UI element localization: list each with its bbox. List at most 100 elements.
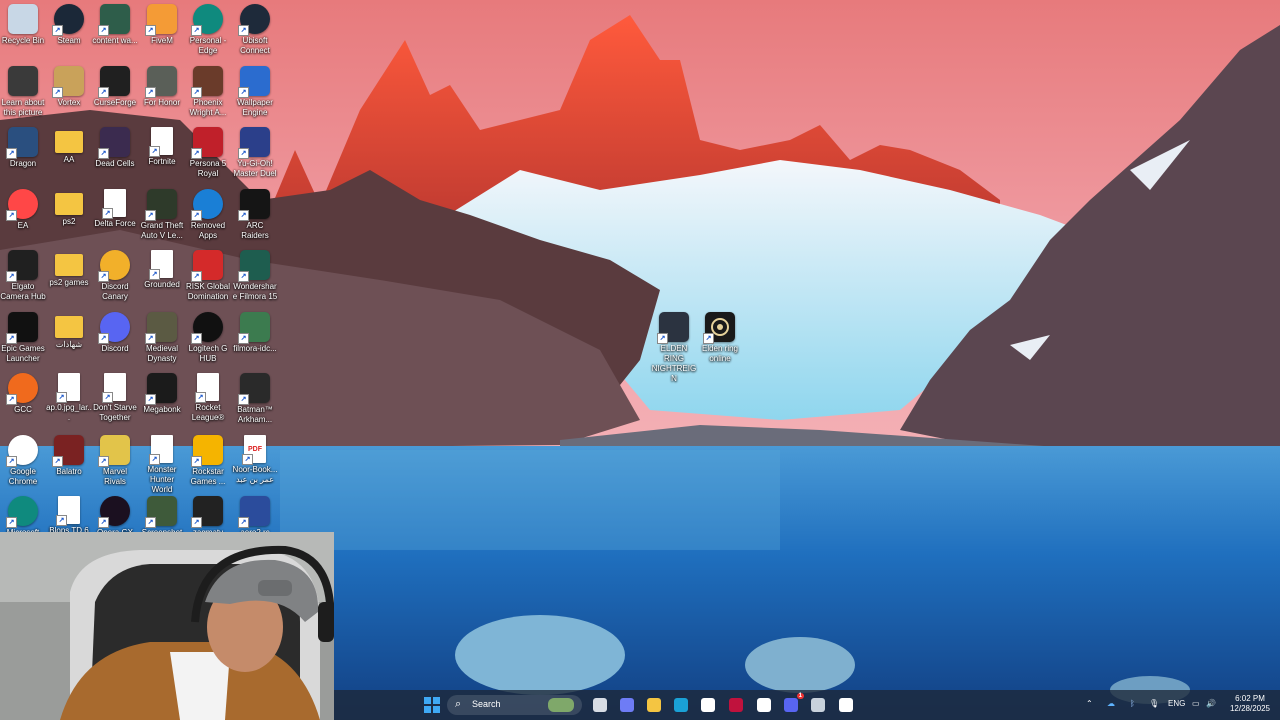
desktop-icon-folder[interactable]: AA xyxy=(46,125,92,185)
desktop-icon-logitech[interactable]: ↗ Logitech G HUB xyxy=(185,310,231,370)
desktop-icon-label: شهادات xyxy=(55,340,83,349)
shortcut-arrow-icon: ↗ xyxy=(191,271,202,282)
desktop-icon-learn[interactable]: Learn about this picture xyxy=(0,64,46,124)
desktop-icon-fivem[interactable]: ↗ FiveM xyxy=(139,2,185,62)
shortcut-arrow-icon: ↗ xyxy=(145,333,156,344)
shortcut-arrow-icon: ↗ xyxy=(238,271,249,282)
desktop-icon-wallpaper-engine[interactable]: ↗ Wallpaper Engine xyxy=(232,64,278,124)
desktop-icon-ubisoft[interactable]: ↗ Ubisoft Connect xyxy=(232,2,278,62)
discord-notification-badge: 1 xyxy=(796,693,804,699)
desktop-icon-file[interactable]: ↗ Fortnite xyxy=(139,125,185,185)
yugioh-icon: ↗ xyxy=(238,127,270,159)
desktop-icon-label: Dead Cells xyxy=(95,159,135,168)
volume-icon[interactable]: 🔊 xyxy=(1206,699,1216,708)
desktop-icon-medieval-dynasty[interactable]: ↗ Medieval Dynasty xyxy=(139,310,185,370)
shortcut-arrow-icon: ↗ xyxy=(102,208,113,219)
microsoft-store-icon[interactable] xyxy=(698,695,718,715)
desktop-icon-filmora-installer[interactable]: ↗ filmora-idc... xyxy=(232,310,278,370)
clock-time: 6:02 PM xyxy=(1235,694,1265,703)
steam-taskbar-icon[interactable] xyxy=(808,695,828,715)
shortcut-arrow-icon: ↗ xyxy=(238,394,249,405)
desktop-icon-file[interactable]: ↗ Monster Hunter World xyxy=(139,433,185,494)
desktop-icon-file[interactable]: ↗ Rocket League® xyxy=(185,371,231,431)
desktop-icon-file[interactable]: ↗ Delta Force xyxy=(92,187,138,247)
shortcut-arrow-icon: ↗ xyxy=(145,210,156,221)
desktop-icon-discord-canary[interactable]: ↗ Discord Canary xyxy=(92,248,138,308)
gamebar-taskbar-icon[interactable] xyxy=(836,695,856,715)
desktop-icon-folder[interactable]: ps2 games xyxy=(46,248,92,308)
desktop-icon-recycle-bin[interactable]: Recycle Bin xyxy=(0,2,46,62)
shortcut-arrow-icon: ↗ xyxy=(6,148,17,159)
desktop-icon-gcc[interactable]: ↗ GCC xyxy=(0,371,46,431)
network-icon[interactable]: ▭ xyxy=(1192,699,1200,708)
desktop-icon-ea[interactable]: ↗ EA xyxy=(0,187,46,247)
desktop-icon-megabonk[interactable]: ↗ Megabonk xyxy=(139,371,185,431)
copilot-icon[interactable] xyxy=(617,695,637,715)
desktop-icon-pdf[interactable]: PDF ↗ Noor-Book... عمر بن عبد xyxy=(232,433,278,493)
desktop-icon-chrome[interactable]: ↗ Google Chrome xyxy=(0,433,46,493)
taskbar-clock[interactable]: 6:02 PM 12/28/2025 xyxy=(1227,694,1273,714)
taskbar-search-box[interactable]: ⌕ Search xyxy=(447,695,582,715)
desktop-icon-risk[interactable]: ↗ RISK Global Domination xyxy=(185,248,231,308)
desktop-icon-vortex[interactable]: ↗ Vortex xyxy=(46,64,92,124)
file-icon: ↗ xyxy=(102,189,126,219)
shortcut-arrow-icon: ↗ xyxy=(98,456,109,467)
desktop-icon-elgato[interactable]: ↗ Elgato Camera Hub xyxy=(0,248,46,308)
shortcut-arrow-icon: ↗ xyxy=(238,148,249,159)
microphone-icon[interactable]: 🎙 xyxy=(1149,699,1159,708)
zagmaty-icon: ↗ xyxy=(191,496,223,528)
desktop-icon-curseforge[interactable]: ↗ CurseForge xyxy=(92,64,138,124)
desktop-icon-label: EA xyxy=(17,221,29,230)
start-button[interactable] xyxy=(422,695,442,715)
desktop-icon-folder[interactable]: شهادات xyxy=(46,310,92,370)
desktop-icon-folder[interactable]: ps2 xyxy=(46,187,92,247)
desktop-icon-file[interactable]: ↗ Don't Starve Together xyxy=(92,371,138,431)
desktop-icon-file[interactable]: ↗ Grounded xyxy=(139,248,185,308)
desktop-icon-elden-ring-online[interactable]: ↗ Elden ring online xyxy=(697,310,743,370)
gta-icon: ↗ xyxy=(145,189,177,221)
desktop-icon-filmora[interactable]: ↗ Wondershare Filmora 15 xyxy=(232,248,278,308)
opera-gx-taskbar-icon[interactable] xyxy=(726,695,746,715)
opera-gx-icon: ↗ xyxy=(98,496,130,528)
wallpaper-engine-icon: ↗ xyxy=(238,66,270,98)
shortcut-arrow-icon: ↗ xyxy=(98,25,109,36)
desktop-icon-label: Delta Force xyxy=(94,219,136,228)
desktop-icon-label: Personal - Edge xyxy=(189,36,227,55)
shortcut-arrow-icon: ↗ xyxy=(238,210,249,221)
search-placeholder: Search xyxy=(472,699,501,709)
show-hidden-icons-chevron-icon[interactable]: ⌃ xyxy=(1086,699,1093,708)
desktop-icon-balatro[interactable]: ↗ Balatro xyxy=(46,433,92,493)
bluetooth-icon[interactable]: ᛒ xyxy=(1130,699,1135,708)
desktop-icon-edge[interactable]: ↗ Removed Apps xyxy=(185,187,231,247)
desktop-icon-epic-games[interactable]: ↗ Epic Games Launcher xyxy=(0,310,46,370)
desktop-icon-marvel-rivals[interactable]: ↗ Marvel Rivals xyxy=(92,433,138,493)
desktop-icon-elden-ring-nightreign[interactable]: ↗ ELDEN RING NIGHTREIGN xyxy=(651,310,697,383)
desktop-icon-content[interactable]: ↗ content wa... xyxy=(92,2,138,62)
shortcut-arrow-icon: ↗ xyxy=(238,517,249,528)
desktop-icon-dead-cells[interactable]: ↗ Dead Cells xyxy=(92,125,138,185)
desktop-icon-steam[interactable]: ↗ Steam xyxy=(46,2,92,62)
shortcut-arrow-icon: ↗ xyxy=(98,271,109,282)
desktop-icon-yugioh[interactable]: ↗ Yu-Gi-Oh! Master Duel xyxy=(232,125,278,185)
desktop-icon-phoenix-wright[interactable]: ↗ Phoenix Wright A... xyxy=(185,64,231,124)
shortcut-arrow-icon: ↗ xyxy=(6,333,17,344)
language-indicator[interactable]: ENG xyxy=(1168,699,1185,708)
desktop-icon-batman[interactable]: ↗ Batman™ Arkham... xyxy=(232,371,278,431)
desktop-icon-dragon[interactable]: ↗ Dragon xyxy=(0,125,46,185)
desktop-icon-gta[interactable]: ↗ Grand Theft Auto V Le... xyxy=(139,187,185,247)
desktop-icon-discord[interactable]: ↗ Discord xyxy=(92,310,138,370)
discord-icon: ↗ xyxy=(98,312,130,344)
edge-taskbar-icon[interactable] xyxy=(671,695,691,715)
folder-icon xyxy=(55,193,83,215)
desktop-icon-rockstar[interactable]: ↗ Rockstar Games ... xyxy=(185,433,231,493)
task-view-icon[interactable] xyxy=(590,695,610,715)
desktop-icon-for-honor[interactable]: ↗ For Honor xyxy=(139,64,185,124)
onedrive-icon[interactable]: ☁ xyxy=(1107,699,1115,708)
file-explorer-icon[interactable] xyxy=(644,695,664,715)
logitech-taskbar-icon[interactable] xyxy=(754,695,774,715)
desktop-icon-edge[interactable]: ↗ Personal - Edge xyxy=(185,2,231,62)
desktop-icon-arc-raiders[interactable]: ↗ ARC Raiders xyxy=(232,187,278,247)
discord-taskbar-icon[interactable]: 1 xyxy=(781,693,804,715)
desktop-icon-persona[interactable]: ↗ Persona 5 Royal xyxy=(185,125,231,185)
desktop-icon-file[interactable]: ↗ ap.0.jpg_lar... xyxy=(46,371,92,431)
